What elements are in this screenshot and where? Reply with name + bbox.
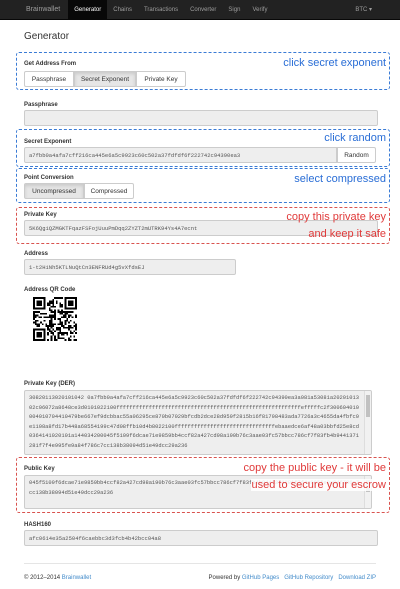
private-key-der-value: 30820113020101042 0a7fbb0a4afa7cff216ca4… (29, 395, 359, 449)
footer-github-pages-link[interactable]: GitHub Pages (242, 575, 279, 581)
annotation-copy-public-key: copy the public key - it will be (243, 462, 386, 474)
passphrase-input[interactable] (24, 110, 378, 126)
page-title: Generator (24, 31, 70, 42)
hash160-input[interactable]: afc0614e35a2504f6caebbc3d3fcb4b42bcc04a8 (24, 530, 378, 546)
navbar: Brainwallet Generator Chains Transaction… (0, 0, 400, 20)
annotation-click-random: click random (324, 132, 386, 144)
passphrase-label: Passphrase (24, 102, 58, 108)
footer-brainwallet-link[interactable]: Brainwallet (62, 575, 91, 581)
nav-verify[interactable]: Verify (246, 0, 273, 20)
nav-generator[interactable]: Generator (68, 0, 108, 20)
footer-right: Powered by GitHub Pages GitHub Repositor… (209, 575, 376, 581)
hash160-label: HASH160 (24, 522, 52, 528)
nav-chains[interactable]: Chains (107, 0, 138, 20)
address-input[interactable]: 1-t2HiNh5KTLNuQtCn3ENFRUd4g5vXfdsEJ (24, 259, 236, 275)
annotation-select-compressed: select compressed (294, 173, 386, 185)
footer-powered-by: Powered by (208, 575, 241, 581)
footer-github-repository-link[interactable]: GitHub Repository (284, 575, 333, 581)
annotation-click-secret-exponent: click secret exponent (283, 57, 386, 69)
annotation-copy-private-key: copy this private key (286, 211, 386, 223)
footer-left: © 2012–2014 Brainwallet (24, 575, 91, 581)
footer-copyright: © 2012–2014 (24, 575, 61, 581)
annotation-secure-escrow: used to secure your escrow (251, 479, 386, 491)
private-key-der-label: Private Key (DER) (24, 381, 76, 387)
currency-dropdown[interactable]: BTC ▾ (355, 6, 372, 13)
der-scrollbar[interactable] (364, 391, 371, 454)
address-label: Address (24, 251, 49, 257)
footer-divider (24, 563, 376, 564)
qr-code-label: Address QR Code (24, 287, 76, 293)
nav-transactions[interactable]: Transactions (138, 0, 184, 20)
nav-sign[interactable]: Sign (222, 0, 246, 20)
footer-download-zip-link[interactable]: Download ZIP (338, 575, 376, 581)
nav-converter[interactable]: Converter (184, 0, 222, 20)
private-key-der-textarea[interactable]: 30820113020101042 0a7fbb0a4afa7cff216ca4… (24, 390, 372, 455)
address-qr-code (33, 297, 77, 341)
brand-link[interactable]: Brainwallet (0, 6, 68, 13)
annotation-keep-it-safe: and keep it safe (308, 228, 386, 240)
